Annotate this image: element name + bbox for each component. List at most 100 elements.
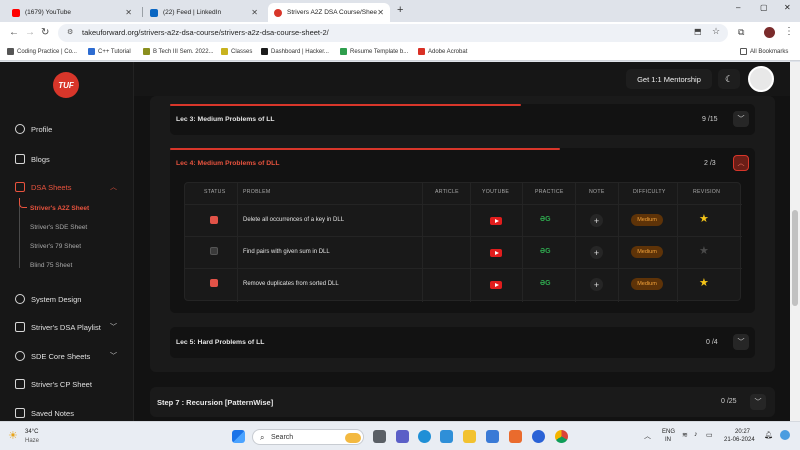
chevron-down-icon[interactable]: ﹀ — [110, 351, 117, 361]
sidebar-item-dsa-playlist[interactable]: Striver's DSA Playlist ﹀ — [15, 322, 117, 332]
tab-strivers-active[interactable]: Strivers A2Z DSA Course/Shee ✕ — [268, 3, 390, 22]
status-checkbox[interactable] — [210, 247, 218, 255]
tab-close-icon[interactable]: ✕ — [125, 8, 132, 17]
site-info-icon[interactable]: ⚙ — [67, 28, 73, 36]
back-arrow-icon[interactable]: ← — [9, 27, 19, 39]
bookmark-coding-practice[interactable]: Coding Practice | Co... — [7, 48, 77, 55]
gfg-practice-icon[interactable]: ƏG — [540, 216, 551, 223]
file-explorer-icon[interactable] — [463, 430, 476, 443]
windows-start-icon[interactable] — [232, 430, 245, 443]
language-indicator[interactable]: ENG — [662, 429, 675, 435]
bookmark-star-icon[interactable]: ☆ — [712, 26, 720, 37]
sidebar-item-blogs[interactable]: Blogs — [15, 154, 50, 164]
install-app-icon[interactable]: ⬒ — [694, 27, 702, 36]
weather-temperature[interactable]: 34°C — [25, 429, 38, 435]
status-checkbox[interactable] — [210, 279, 218, 287]
tab-close-icon[interactable]: ✕ — [251, 8, 258, 17]
tab-youtube[interactable]: (1679) YouTube ✕ — [6, 3, 138, 22]
gfg-practice-icon[interactable]: ƏG — [540, 280, 551, 287]
expand-chevron-down-icon[interactable]: ﹀ — [750, 394, 766, 410]
dark-mode-toggle[interactable]: ☾ — [718, 69, 740, 89]
all-bookmarks[interactable]: All Bookmarks — [740, 48, 788, 55]
browser-menu-icon[interactable]: ⋮ — [784, 26, 794, 37]
add-note-button[interactable]: + — [590, 246, 603, 259]
bookmark-btech[interactable]: B Tech III Sem. 2022... — [143, 48, 214, 55]
problem-link[interactable]: Remove duplicates from sorted DLL — [243, 281, 339, 287]
revision-star-icon[interactable]: ★ — [699, 212, 709, 225]
lecture-title[interactable]: Lec 4: Medium Problems of DLL — [176, 160, 279, 167]
lecture-row-lec3[interactable]: Lec 3: Medium Problems of LL 9 /15 ﹀ — [170, 104, 755, 135]
battery-icon[interactable]: ▭ — [706, 431, 713, 439]
bookmark-adobe-acrobat[interactable]: Adobe Acrobat — [418, 48, 467, 55]
extensions-icon[interactable]: ⧉ — [738, 27, 744, 38]
step-title: Step 7 : Recursion [PatternWise] — [157, 398, 274, 407]
copilot-icon[interactable] — [780, 430, 790, 440]
bookmark-cpp-tutorial[interactable]: C++ Tutorial — [88, 48, 131, 55]
youtube-icon[interactable] — [490, 281, 502, 289]
scrollbar-thumb[interactable] — [792, 210, 798, 306]
task-view-icon[interactable] — [373, 430, 386, 443]
maximize-button[interactable]: ▢ — [760, 3, 768, 12]
collapse-chevron-up-icon[interactable]: ︿ — [733, 155, 749, 171]
youtube-icon[interactable] — [490, 217, 502, 225]
tree-line — [19, 198, 20, 268]
revision-star-icon[interactable]: ★ — [699, 276, 709, 289]
lecture-row-lec5[interactable]: Lec 5: Hard Problems of LL 0 /4 ﹀ — [170, 327, 755, 358]
sidebar-item-dsa-sheets[interactable]: DSA Sheets ︿ — [15, 182, 117, 192]
tray-chevron-up-icon[interactable]: ︿ — [644, 431, 651, 441]
sidebar-item-system-design[interactable]: System Design — [15, 294, 81, 304]
revision-star-icon[interactable]: ★ — [699, 244, 709, 257]
gfg-practice-icon[interactable]: ƏG — [540, 248, 551, 255]
sidebar-item-profile[interactable]: Profile — [15, 124, 52, 134]
tab-close-icon[interactable]: ✕ — [377, 8, 384, 17]
sidebar-sheet-blind75[interactable]: Blind 75 Sheet — [30, 262, 72, 269]
volume-icon[interactable]: ♪ — [694, 431, 698, 438]
chevron-up-icon[interactable]: ︿ — [110, 182, 117, 192]
app-icon[interactable] — [532, 430, 545, 443]
minimize-button[interactable]: – — [736, 3, 740, 12]
bookmark-classes[interactable]: Classes — [221, 48, 252, 55]
youtube-icon[interactable] — [490, 249, 502, 257]
brave-browser-icon[interactable] — [509, 430, 522, 443]
add-note-button[interactable]: + — [590, 278, 603, 291]
wifi-icon[interactable]: ≋ — [682, 431, 688, 439]
tab-linkedin[interactable]: (22) Feed | LinkedIn ✕ — [144, 3, 264, 22]
reload-icon[interactable]: ↻ — [41, 27, 49, 39]
sidebar-item-label: Profile — [31, 124, 53, 134]
mentorship-button[interactable]: Get 1:1 Mentorship — [626, 69, 712, 89]
omnibox[interactable]: ⚙ takeuforward.org/strivers-a2z-dsa-cour… — [58, 24, 728, 42]
status-checkbox[interactable] — [210, 216, 218, 224]
chevron-down-icon[interactable]: ﹀ — [110, 322, 117, 332]
taskbar-search[interactable]: ⌕ Search — [252, 429, 364, 445]
notification-bell-icon[interactable]: 🔔︎ — [764, 431, 773, 439]
teams-icon[interactable] — [396, 430, 409, 443]
table-header: NOTE — [589, 189, 605, 195]
tuf-logo[interactable]: TUF — [53, 72, 79, 98]
forward-arrow-icon[interactable]: → — [25, 27, 35, 39]
problem-link[interactable]: Delete all occurrences of a key in DLL — [243, 217, 344, 223]
sidebar-item-saved-notes[interactable]: Saved Notes — [15, 408, 74, 418]
url-text[interactable]: takeuforward.org/strivers-a2z-dsa-course… — [82, 28, 329, 37]
bookmark-resume-template[interactable]: Resume Template b... — [340, 48, 408, 55]
sidebar-sheet-79[interactable]: Striver's 79 Sheet — [30, 243, 81, 250]
problem-link[interactable]: Find pairs with given sum in DLL — [243, 249, 330, 255]
page-scrollbar[interactable] — [790, 62, 800, 421]
profile-avatar-icon[interactable] — [764, 27, 775, 38]
expand-chevron-down-icon[interactable]: ﹀ — [733, 334, 749, 350]
sidebar-sheet-sde[interactable]: Striver's SDE Sheet — [30, 224, 87, 231]
add-note-button[interactable]: + — [590, 214, 603, 227]
edge-browser-icon[interactable] — [418, 430, 431, 443]
sidebar-sheet-a2z[interactable]: Striver's A2Z Sheet — [30, 205, 89, 212]
user-avatar[interactable] — [748, 66, 774, 92]
new-tab-button[interactable]: + — [397, 4, 403, 16]
sidebar-item-sde-core[interactable]: SDE Core Sheets ﹀ — [15, 351, 117, 361]
clock-time[interactable]: 20:27 — [735, 429, 750, 435]
sidebar-item-cp-sheet[interactable]: Striver's CP Sheet — [15, 379, 92, 389]
expand-chevron-down-icon[interactable]: ﹀ — [733, 111, 749, 127]
bookmark-hackerrank[interactable]: Dashboard | Hacker... — [261, 48, 329, 55]
step-row-step7[interactable]: Step 7 : Recursion [PatternWise] 0 /25 ﹀ — [150, 387, 775, 417]
store-icon[interactable] — [440, 430, 453, 443]
chrome-browser-icon[interactable] — [555, 430, 568, 443]
close-window-button[interactable]: ✕ — [784, 3, 791, 12]
app-icon[interactable] — [486, 430, 499, 443]
